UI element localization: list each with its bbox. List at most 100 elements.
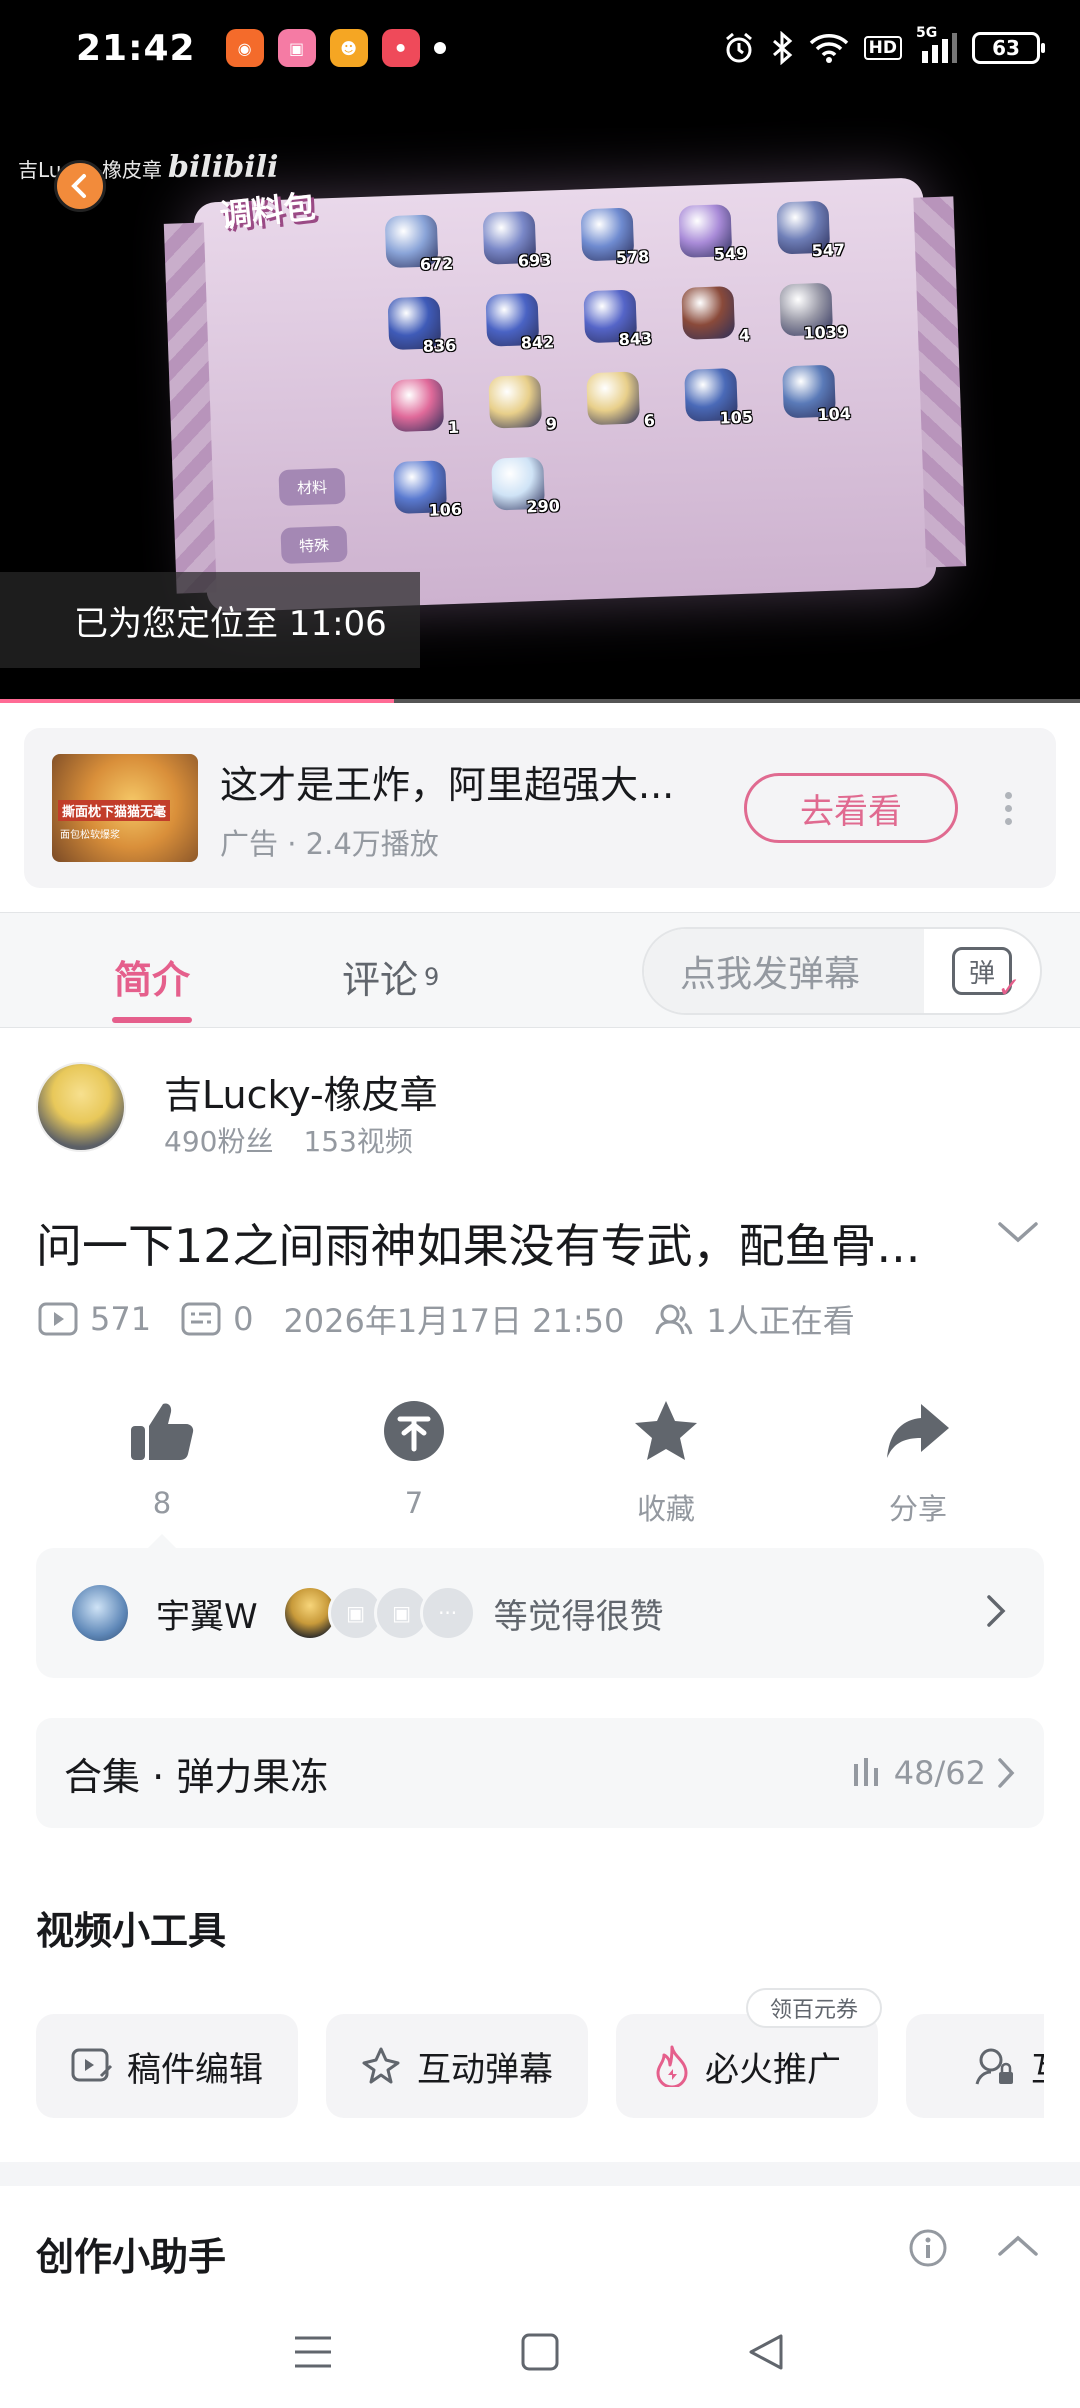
inventory-item: 6 [565, 371, 662, 456]
item-count: 578 [615, 246, 650, 268]
info-icon[interactable] [908, 2228, 948, 2272]
collection-label: 合集 · 弹力果冻 [64, 1754, 329, 1799]
kuaishou-app-icon: ◉ [225, 29, 264, 67]
item-icon [390, 378, 445, 433]
section-divider [0, 2162, 1080, 2186]
menu-icon[interactable] [293, 2334, 333, 2374]
collection-bar[interactable]: 合集 · 弹力果冻 48/62 [36, 1718, 1044, 1828]
inventory-item: 549 [657, 203, 754, 288]
item-count: 1 [447, 417, 460, 438]
uploader-name[interactable]: 吉Lucky-橡皮章 [164, 1064, 438, 1119]
danmaku-input[interactable]: 点我发弹幕 [644, 929, 924, 1013]
inventory-item: 290 [470, 456, 567, 541]
status-bar: 21:42 ◉ ▣ ☻ ⏺ HD 5G 63 [0, 0, 1080, 96]
flame-icon [656, 2045, 688, 2087]
likers-bar[interactable]: 宇翼W ▣ ▣ ··· 等觉得很赞 [36, 1534, 1044, 1678]
tab-active-indicator [112, 1017, 192, 1023]
item-icon [488, 374, 543, 429]
home-icon[interactable] [520, 2332, 560, 2376]
liker-avatar [72, 1585, 128, 1641]
favorite-label: 收藏 [636, 1492, 695, 1526]
item-count: 693 [517, 250, 552, 271]
item-count: 547 [811, 240, 846, 261]
tool-promotion[interactable]: 必火推广 [616, 2014, 878, 2118]
danmaku-toggle-button[interactable]: 弹 ✓ [924, 929, 1040, 1013]
inventory-item: 4 [660, 285, 757, 370]
battery-indicator: 63 [972, 32, 1045, 64]
coupon-badge: 领百元券 [746, 1988, 883, 2028]
item-icon [681, 286, 736, 340]
video-stats: 571 0 2026年1月17日 21:50 1人正在看 [38, 1296, 873, 1342]
notification-icons: ◉ ▣ ☻ ⏺ [225, 29, 420, 67]
video-title: 问一下12之间雨神如果没有专武，配鱼骨... [36, 1219, 921, 1273]
back-button[interactable] [54, 160, 106, 212]
comments-count: 9 [424, 963, 440, 991]
tab-comments[interactable]: 评论 9 [342, 949, 439, 1004]
uploader-videos: 153视频 [303, 1125, 413, 1158]
ad-title: 这才是王炸，阿里超强大... [220, 762, 675, 807]
item-grid: 672 693 578 549 547 836 842 843 4 1039 1 9 6 105 104 10… [364, 200, 861, 545]
lock-person-icon [975, 2048, 1013, 2085]
tool-edit-post[interactable]: 稿件编辑 [36, 2014, 298, 2118]
ellipsis-icon: ··· [419, 1585, 476, 1641]
play-icon [38, 1302, 78, 1336]
ad-card[interactable]: 撕面枕下猫猫无毫 面包松软爆浆 这才是王炸，阿里超强大... 广告 · 2.4万… [24, 728, 1056, 888]
chevron-down-icon[interactable] [996, 1218, 1040, 1250]
inventory-item: 106 [372, 459, 469, 544]
item-count: 843 [618, 328, 653, 350]
coin-icon [384, 1401, 444, 1461]
video-progress-bar[interactable] [0, 699, 1080, 703]
system-nav-bar [0, 2300, 1080, 2408]
like-count: 8 [152, 1486, 172, 1520]
assistant-title: 创作小助手 [36, 2235, 227, 2279]
back-icon[interactable] [747, 2332, 787, 2376]
item-count: 842 [520, 332, 555, 353]
screen-record-icon: ⏺ [381, 29, 420, 67]
more-vertical-icon[interactable] [988, 791, 1028, 825]
likers-text: 等觉得很赞 [493, 1596, 664, 1637]
like-button[interactable]: 8 [36, 1394, 288, 1528]
game-app-icon: ☻ [329, 29, 368, 67]
item-count: 105 [719, 407, 754, 428]
tools-scroller[interactable]: 稿件编辑 互动弹幕 必火推广 互动 [36, 2014, 1044, 2118]
inventory-item: 9 [467, 374, 564, 459]
tool-interactive-danmaku[interactable]: 互动弹幕 [326, 2014, 588, 2118]
tab-intro[interactable]: 简介 [114, 949, 190, 1004]
coin-button[interactable]: 7 [288, 1394, 540, 1528]
more-notifications-dot [433, 42, 446, 54]
thumbs-up-icon [131, 1403, 194, 1460]
chevron-right-icon [998, 1758, 1015, 1788]
inventory-item: 843 [562, 289, 659, 374]
inventory-item: 547 [755, 200, 852, 285]
inventory-item: 693 [462, 210, 559, 295]
action-row: 8 7 收藏 分享 [0, 1394, 1080, 1528]
play-count: 571 [38, 1300, 151, 1338]
signal-icon: 5G [916, 25, 958, 65]
video-frame: 调料包 材料 特殊 672 693 578 549 547 836 842 843 4 1039 1… [193, 177, 937, 613]
inventory-item: 105 [663, 367, 760, 452]
item-count: 106 [428, 499, 463, 520]
collection-progress: 48/62 [893, 1754, 986, 1792]
seek-toast: 已为您定位至 11:06 [0, 572, 420, 668]
item-count: 4 [738, 325, 751, 345]
inventory-item: 842 [464, 292, 561, 377]
danmaku-bar: 点我发弹幕 弹 ✓ [642, 927, 1042, 1015]
uploader-avatar[interactable] [36, 1062, 126, 1152]
publish-date: 2026年1月17日 21:50 [283, 1302, 625, 1340]
playlist-icon [853, 1758, 878, 1786]
share-button[interactable]: 分享 [792, 1394, 1044, 1528]
ad-watch-button[interactable]: 去看看 [744, 773, 958, 843]
chevron-up-icon[interactable] [996, 2232, 1040, 2264]
video-player[interactable]: 21:42 ◉ ▣ ☻ ⏺ HD 5G 63 bilibili 调料包 材料 特… [0, 0, 1080, 703]
favorite-button[interactable]: 收藏 [540, 1394, 792, 1528]
liker-avatar-stack: ▣ ▣ ··· [281, 1585, 476, 1641]
inventory-item: 672 [364, 214, 461, 299]
inventory-item: 104 [761, 364, 858, 449]
watching-now: 1人正在看 [654, 1296, 855, 1342]
sparkle-icon [362, 2047, 400, 2084]
ad-meta: 广告 · 2.4万播放 [220, 826, 439, 861]
tool-interactive-lock[interactable]: 互动 [906, 2014, 1044, 2118]
video-progress-fill [0, 699, 395, 703]
item-count: 104 [817, 404, 852, 425]
share-icon [887, 1404, 949, 1458]
